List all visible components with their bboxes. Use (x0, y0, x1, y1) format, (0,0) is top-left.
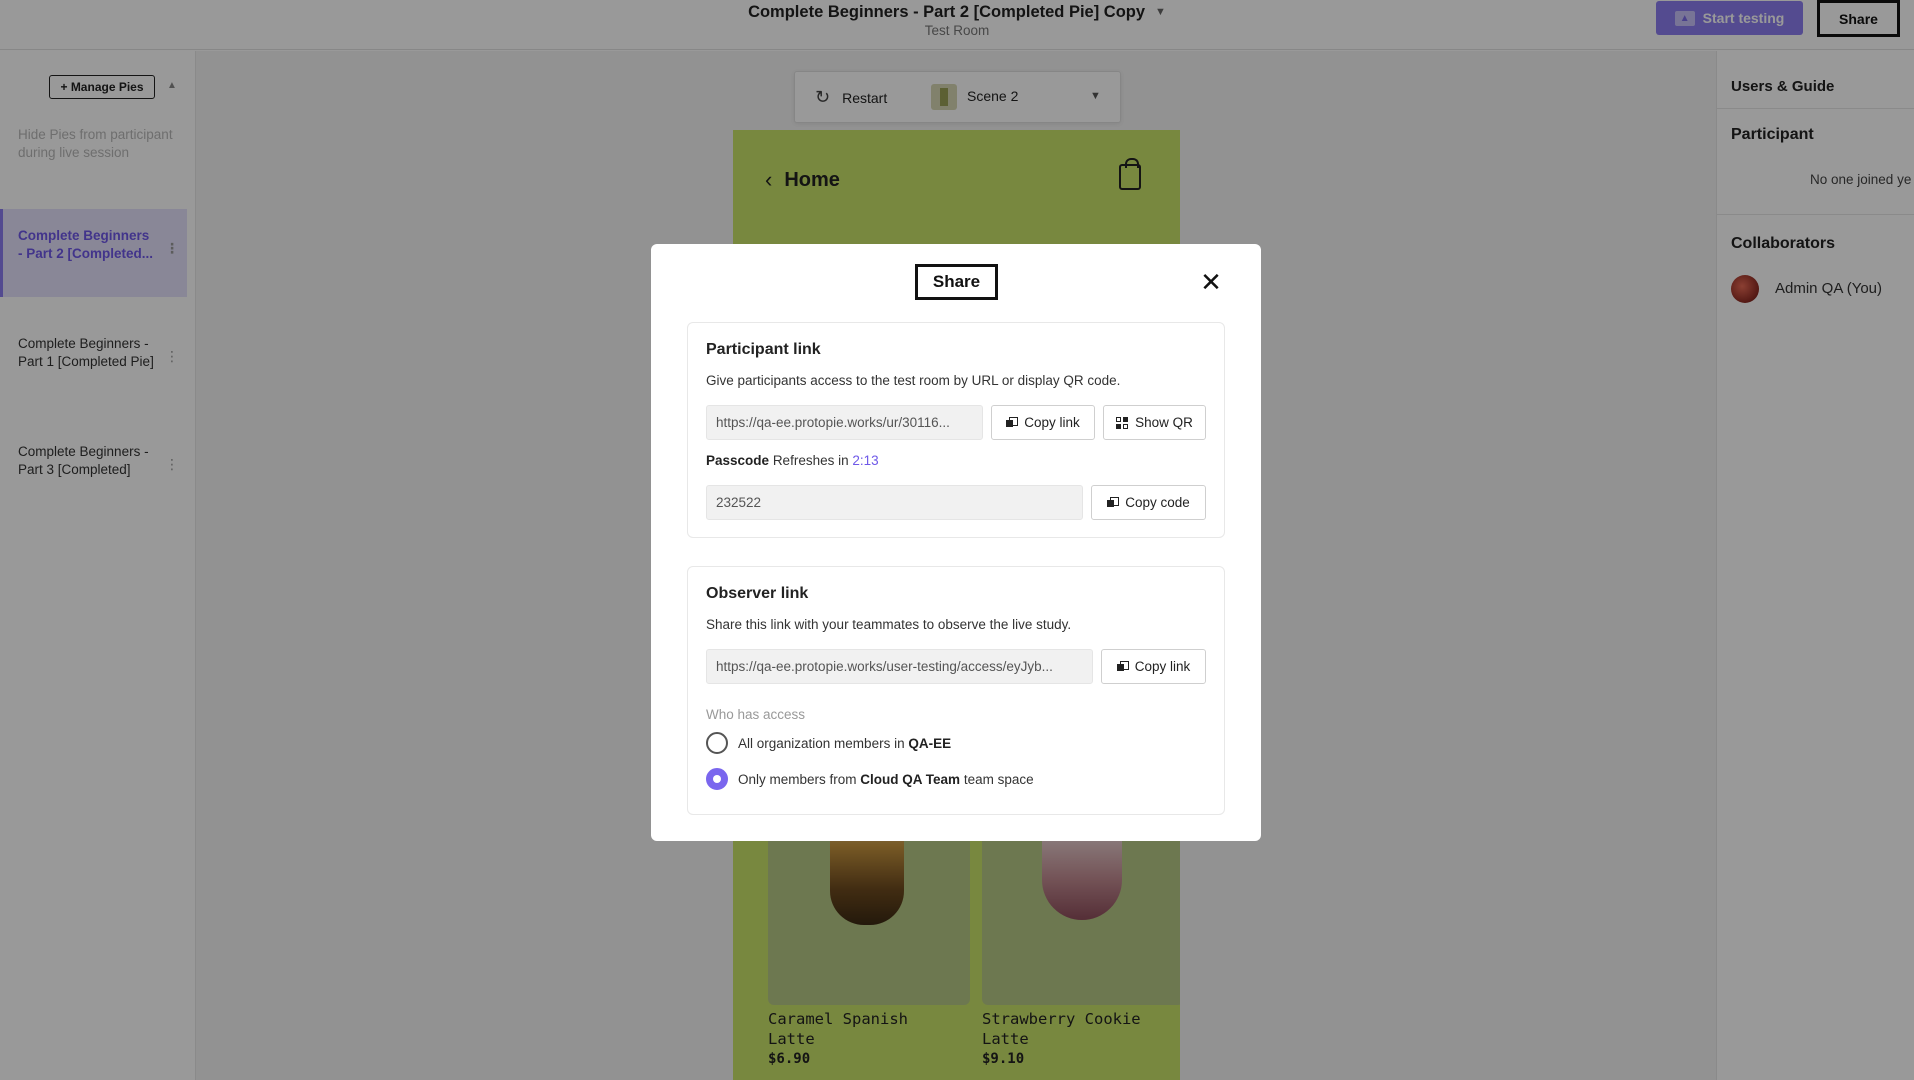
copy-participant-link-button[interactable]: Copy link (991, 405, 1095, 440)
organization-name: QA-EE (908, 735, 952, 751)
passcode-row: Passcode Refreshes in 2:13 (706, 453, 879, 468)
section-description: Share this link with your teammates to o… (706, 617, 1072, 632)
who-has-access-label: Who has access (706, 707, 806, 722)
participant-url-field[interactable]: https://qa-ee.protopie.works/ur/30116... (706, 405, 983, 440)
option-text: All organization members in (738, 735, 905, 751)
passcode-label: Passcode (706, 453, 770, 468)
access-option-organization[interactable]: All organization members in QA-EE (706, 732, 951, 754)
share-dialog: Share ✕ Participant link Give participan… (651, 244, 1261, 841)
option-label: Only members from Cloud QA Team team spa… (738, 772, 1034, 787)
copy-link-label: Copy link (1024, 415, 1080, 430)
close-icon[interactable]: ✕ (1199, 269, 1223, 295)
copy-observer-link-button[interactable]: Copy link (1101, 649, 1206, 684)
copy-code-label: Copy code (1125, 495, 1190, 510)
observer-link-section: Observer link Share this link with your … (687, 566, 1225, 815)
team-name: Cloud QA Team (860, 771, 961, 787)
participant-link-section: Participant link Give participants acces… (687, 322, 1225, 538)
copy-icon (1107, 497, 1120, 508)
section-description: Give participants access to the test roo… (706, 373, 1121, 388)
observer-url-field[interactable]: https://qa-ee.protopie.works/user-testin… (706, 649, 1093, 684)
copy-icon (1006, 417, 1019, 428)
refresh-text: Refreshes in (772, 453, 849, 468)
show-qr-button[interactable]: Show QR (1103, 405, 1206, 440)
option-suffix: team space (963, 771, 1034, 787)
qr-code-icon (1116, 416, 1129, 429)
copy-link-label: Copy link (1134, 659, 1191, 674)
passcode-timer: 2:13 (852, 453, 879, 468)
passcode-field[interactable]: 232522 (706, 485, 1083, 520)
option-text: Only members from (738, 771, 857, 787)
radio-button[interactable] (706, 732, 728, 754)
section-title: Participant link (706, 341, 821, 358)
copy-icon (1116, 661, 1129, 672)
show-qr-label: Show QR (1135, 415, 1193, 430)
copy-code-button[interactable]: Copy code (1091, 485, 1206, 520)
radio-button-selected[interactable] (706, 768, 728, 790)
option-label: All organization members in QA-EE (738, 736, 951, 751)
access-option-team-space[interactable]: Only members from Cloud QA Team team spa… (706, 768, 1034, 790)
section-title: Observer link (706, 585, 809, 602)
dialog-title: Share (915, 264, 998, 300)
